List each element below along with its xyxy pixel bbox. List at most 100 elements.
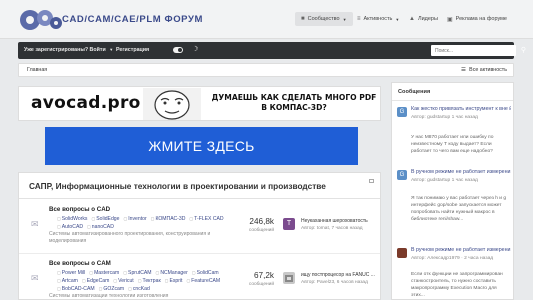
register-link[interactable]: Регистрация — [116, 47, 149, 53]
post-topic-link[interactable]: В ручном режиме не работает измерени... — [411, 169, 511, 175]
subforum-link[interactable]: SolidWorks — [57, 215, 88, 223]
last-topic-link[interactable]: ищу постпроцесор на FANUC ... — [301, 272, 375, 278]
forum-section: САПР, Информационные технологии в проект… — [18, 172, 381, 300]
theme-toggle[interactable] — [173, 47, 183, 53]
forum-row-cam: ✉ Все вопросы о CAM Power MillMastercam S… — [19, 254, 380, 300]
subforum-link[interactable]: FeatureCAM — [186, 277, 220, 285]
forum-row-cad: ✉ Все вопросы о CAD SolidWorksSolidEdge I… — [19, 200, 380, 252]
broadcast-icon: ≡ — [357, 16, 361, 22]
nav-community-label: Сообщество — [307, 16, 340, 22]
list-icon: ☰ — [460, 67, 466, 73]
subforum-link[interactable]: BobCAD-CAM — [57, 285, 95, 293]
forum-title[interactable]: Все вопросы о CAM — [49, 260, 111, 267]
chat-bubbles-icon: ✉ — [31, 219, 39, 229]
ad-icon: ▣ — [447, 16, 453, 23]
post-topic-link[interactable]: Как жестко привязать инструмент к вне й.… — [411, 106, 511, 112]
subforum-link[interactable]: Power Mill — [57, 269, 86, 277]
subforum-link[interactable]: SprutCAM — [123, 269, 152, 277]
post-excerpt: Я так понимаю у вас работает через h и g… — [411, 196, 507, 222]
avatar[interactable]: G — [397, 170, 407, 180]
moon-icon[interactable]: ☽ — [192, 45, 198, 53]
breadcrumb-home[interactable]: Главная — [27, 67, 47, 73]
post-meta: Автор: gudstartup 1 час назад — [411, 115, 478, 120]
gears-logo-icon[interactable] — [18, 7, 64, 33]
subforum-link[interactable]: nanoCAD — [87, 223, 114, 231]
ad-slogan: ДУМАЕШЬ КАК СДЕЛАТЬ МНОГО PDF В КОМПАС-3… — [211, 93, 377, 112]
post-count-label: сообщений — [248, 228, 274, 233]
nav-activity-label: Активность — [363, 16, 393, 22]
avatar[interactable]: T — [283, 218, 295, 230]
subforum-link[interactable]: SolidCam — [192, 269, 219, 277]
chevron-down-icon: ▼ — [395, 16, 400, 22]
post-count-value: 246,8k — [249, 217, 274, 226]
chevron-down-icon: ▼ — [109, 47, 114, 52]
collapse-icon[interactable] — [369, 179, 374, 183]
avatar[interactable] — [397, 248, 407, 258]
avatar[interactable]: G — [397, 107, 407, 117]
subforum-link[interactable]: Mastercam — [89, 269, 119, 277]
post-excerpt: У нас M870 работает или ошибку по неизве… — [411, 135, 494, 154]
post-count-value: 67,2k — [253, 271, 274, 280]
ad-cta-button[interactable]: ЖМИТЕ ЗДЕСЬ — [45, 127, 358, 165]
last-post-meta: Автор: tomat, 7 часов назад — [301, 226, 363, 231]
search-icon[interactable]: ⚲ — [518, 45, 529, 56]
user-bar: Уже зарегистрированы? Войти ▼ Регистраци… — [18, 42, 526, 59]
subforum-link[interactable]: EdgeCam — [82, 277, 110, 285]
all-activity-label: Все активность — [469, 67, 507, 73]
subforum-link[interactable]: AutoCAD — [57, 223, 83, 231]
post-count: 67,2k сообщений — [239, 271, 274, 287]
nav-activity[interactable]: ≡ Активность ▼ — [357, 12, 399, 26]
ad-banner[interactable]: avocad.pro ДУМАЕШЬ КАК СДЕЛАТЬ МНОГО PDF… — [18, 86, 381, 121]
subforum-list: Power MillMastercam SprutCAM NCManager Soli… — [57, 269, 237, 293]
divider — [392, 100, 513, 101]
subforum-link[interactable]: NCManager — [156, 269, 187, 277]
nav-community[interactable]: ■ Сообщество ▼ — [295, 12, 353, 26]
section-title[interactable]: САПР, Информационные технологии в проект… — [29, 181, 326, 191]
signin-label: Уже зарегистрированы? Войти — [24, 47, 106, 53]
post-count: 246,8k сообщений — [239, 217, 274, 233]
sidebar-title: Сообщения — [398, 89, 431, 95]
last-post-meta: Автор: Pavel23, 6 часов назад — [301, 280, 368, 285]
people-icon: ■ — [301, 16, 305, 22]
cnc-machine-icon — [285, 275, 293, 282]
ad-brand-block: avocad.pro — [19, 87, 140, 120]
subforum-link[interactable]: Vericut — [113, 277, 134, 285]
chat-bubbles-icon: ✉ — [31, 273, 39, 283]
forum-description: Системы автоматизированного проектирован… — [49, 231, 211, 244]
post-meta: Автор: gudstartup 1 час назад — [411, 178, 478, 183]
subforum-list: SolidWorksSolidEdge Inventor КОМПАС-3D T-FL… — [57, 215, 237, 231]
post-topic-link[interactable]: В ручном режиме не работает измерени... — [411, 247, 511, 253]
meme-face-icon — [143, 88, 201, 120]
top-header: CAD/CAM/CAE/PLM ФОРУМ ■ Сообщество ▼ ≡ А… — [0, 0, 533, 39]
signin-link[interactable]: Уже зарегистрированы? Войти ▼ — [24, 47, 113, 53]
forum-title[interactable]: Все вопросы о CAD — [49, 206, 110, 213]
recent-posts-sidebar: Сообщения G Как жестко привязать инструм… — [391, 82, 514, 300]
subforum-link[interactable]: cncKad — [128, 285, 150, 293]
post-count-label: сообщений — [248, 282, 274, 287]
subforum-link[interactable]: SolidEdge — [91, 215, 119, 223]
nav-ads-label: Реклама на форуме — [455, 16, 507, 22]
subforum-link[interactable]: GOZcam — [99, 285, 124, 293]
nav-ads[interactable]: ▣ Реклама на форуме — [447, 12, 507, 26]
search-input[interactable] — [431, 45, 516, 56]
subforum-link[interactable]: Artcam — [57, 277, 78, 285]
trophy-icon: ▲ — [409, 16, 415, 22]
site-title[interactable]: CAD/CAM/CAE/PLM ФОРУМ — [62, 14, 203, 25]
divider — [19, 198, 380, 199]
subforum-link[interactable]: Esprit — [165, 277, 182, 285]
subforum-link[interactable]: T-FLEX CAD — [189, 215, 223, 223]
breadcrumb: Главная ☰ Все активность — [18, 63, 514, 77]
subforum-link[interactable]: Inventor — [123, 215, 146, 223]
chevron-down-icon: ▼ — [342, 16, 347, 22]
ad-brand: avocad.pro — [31, 93, 141, 113]
nav-leaders[interactable]: ▲ Лидеры — [409, 12, 438, 26]
post-excerpt: Если отк функции не запрограммирован ста… — [411, 272, 503, 298]
nav-leaders-label: Лидеры — [417, 16, 438, 22]
all-activity-link[interactable]: ☰ Все активность — [461, 67, 507, 73]
post-meta: Автор: Алексадр1979 · 2 часа назад — [411, 256, 494, 261]
forum-description: Системы автоматизации технологии изготов… — [49, 293, 169, 299]
subforum-link[interactable]: КОМПАС-3D — [151, 215, 185, 223]
last-topic-link[interactable]: Неукаханная шероховатость — [301, 218, 368, 224]
avatar[interactable] — [283, 272, 295, 284]
subforum-link[interactable]: Тектрак — [138, 277, 161, 285]
